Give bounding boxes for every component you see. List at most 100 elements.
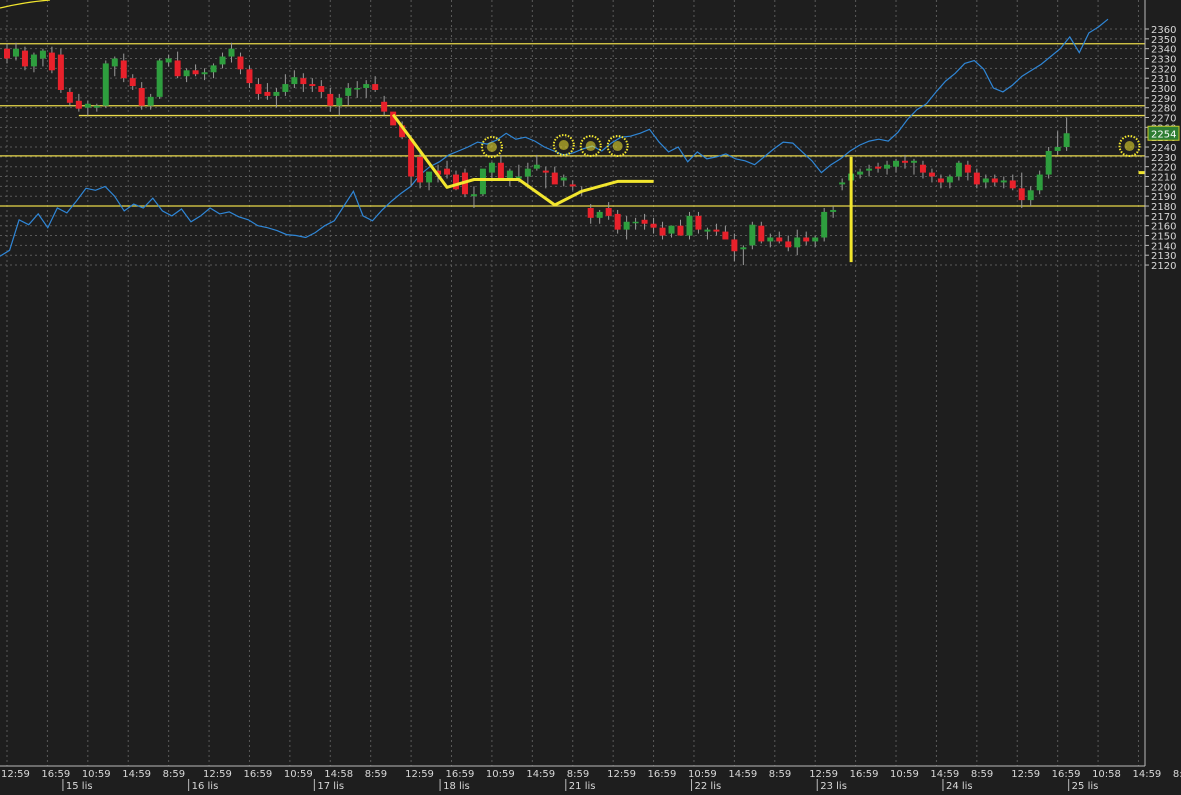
candle-body bbox=[193, 70, 199, 74]
candle-body bbox=[911, 161, 917, 163]
candle-body bbox=[821, 212, 827, 238]
x-time-label: 8:59 bbox=[365, 769, 387, 780]
candle-body bbox=[1046, 151, 1052, 175]
x-time-label: 10:58 bbox=[1092, 769, 1121, 780]
candle-body bbox=[498, 163, 504, 181]
x-time-label: 16:59 bbox=[1052, 769, 1081, 780]
x-time-label: 16:59 bbox=[243, 769, 272, 780]
signal-dot-core bbox=[559, 140, 569, 150]
candle-body bbox=[974, 173, 980, 185]
candle-body bbox=[992, 178, 998, 182]
candle-body bbox=[1019, 188, 1025, 200]
candle-body bbox=[570, 184, 576, 186]
candle-body bbox=[4, 49, 10, 59]
candle-body bbox=[453, 175, 459, 190]
candle-body bbox=[22, 51, 28, 67]
candle-body bbox=[597, 212, 603, 218]
candle-body bbox=[309, 84, 315, 86]
candle-body bbox=[713, 230, 719, 232]
candle-body bbox=[408, 139, 414, 176]
candle-body bbox=[67, 92, 73, 103]
candle-body bbox=[983, 178, 989, 182]
x-time-label: 16:59 bbox=[648, 769, 677, 780]
candle-body bbox=[148, 97, 154, 106]
x-time-label: 10:59 bbox=[284, 769, 313, 780]
candle-body bbox=[947, 177, 953, 183]
y-tick-label: 2360 bbox=[1151, 25, 1176, 36]
candle-body bbox=[372, 84, 378, 90]
candle-body bbox=[561, 178, 567, 181]
signal-dot-core bbox=[613, 141, 623, 151]
candle-body bbox=[112, 59, 118, 67]
candle-body bbox=[642, 220, 648, 224]
candle-body bbox=[426, 172, 432, 183]
candle-body bbox=[1064, 133, 1070, 147]
candle-body bbox=[471, 194, 477, 196]
candle-body bbox=[624, 222, 630, 230]
candle-body bbox=[534, 165, 540, 169]
candle-body bbox=[130, 78, 136, 86]
candle-body bbox=[363, 84, 369, 88]
x-time-label: 8:59 bbox=[769, 769, 791, 780]
candle-body bbox=[273, 92, 279, 96]
candle-body bbox=[525, 169, 531, 177]
y-tick-label: 2190 bbox=[1151, 192, 1176, 203]
x-time-label: 8:59 bbox=[971, 769, 993, 780]
candle-body bbox=[381, 102, 387, 112]
candle-body bbox=[749, 225, 755, 246]
y-tick-label: 2200 bbox=[1151, 182, 1176, 193]
y-tick-label: 2160 bbox=[1151, 222, 1176, 233]
candle-body bbox=[543, 171, 549, 173]
candle-body bbox=[722, 232, 728, 240]
candle-body bbox=[686, 216, 692, 236]
plot-background bbox=[0, 0, 1181, 791]
x-time-label: 14:58 bbox=[324, 769, 353, 780]
candle-body bbox=[300, 78, 306, 84]
y-tick-label: 2350 bbox=[1151, 35, 1176, 46]
candle-body bbox=[651, 224, 657, 228]
candle-body bbox=[588, 208, 594, 218]
candle-body bbox=[839, 182, 845, 184]
candle bbox=[821, 208, 827, 241]
y-tick-label: 2220 bbox=[1151, 163, 1176, 174]
x-time-label: 12:59 bbox=[1, 769, 30, 780]
candle-body bbox=[660, 228, 666, 236]
x-date-label: 15 lis bbox=[66, 781, 93, 791]
x-time-label: 16:59 bbox=[41, 769, 70, 780]
candle-body bbox=[264, 92, 270, 96]
x-date-label: 16 lis bbox=[192, 781, 219, 791]
candle-body bbox=[615, 214, 621, 230]
candle-body bbox=[103, 63, 109, 105]
candle-body bbox=[875, 167, 881, 169]
candle-body bbox=[121, 60, 127, 78]
candle-body bbox=[785, 241, 791, 247]
x-date-label: 22 lis bbox=[695, 781, 722, 791]
candle-body bbox=[255, 84, 261, 94]
candle-body bbox=[929, 173, 935, 177]
candle-body bbox=[704, 230, 710, 232]
candle-body bbox=[211, 65, 217, 72]
candle-body bbox=[282, 84, 288, 92]
y-tick-label: 2170 bbox=[1151, 212, 1176, 223]
x-time-label: 14:59 bbox=[526, 769, 555, 780]
x-date-label: 25 lis bbox=[1072, 781, 1099, 791]
candle-body bbox=[938, 178, 944, 182]
candle-body bbox=[803, 238, 809, 242]
y-tick-label: 2290 bbox=[1151, 94, 1176, 105]
y-tick-label: 2240 bbox=[1151, 143, 1176, 154]
y-tick-label: 2140 bbox=[1151, 241, 1176, 252]
x-date-label: 21 lis bbox=[569, 781, 596, 791]
candle-body bbox=[184, 70, 190, 76]
candle-body bbox=[480, 169, 486, 195]
candle-body bbox=[237, 57, 243, 70]
candle-body bbox=[1055, 147, 1061, 151]
x-time-label: 10:59 bbox=[890, 769, 919, 780]
x-time-label: 14:59 bbox=[728, 769, 757, 780]
x-time-label: 10:59 bbox=[82, 769, 111, 780]
candle-body bbox=[893, 161, 899, 167]
candle-body bbox=[444, 169, 450, 175]
candle bbox=[157, 59, 163, 99]
y-tick-label: 2280 bbox=[1151, 104, 1176, 115]
candle-body bbox=[327, 94, 333, 106]
candle-body bbox=[606, 208, 612, 216]
